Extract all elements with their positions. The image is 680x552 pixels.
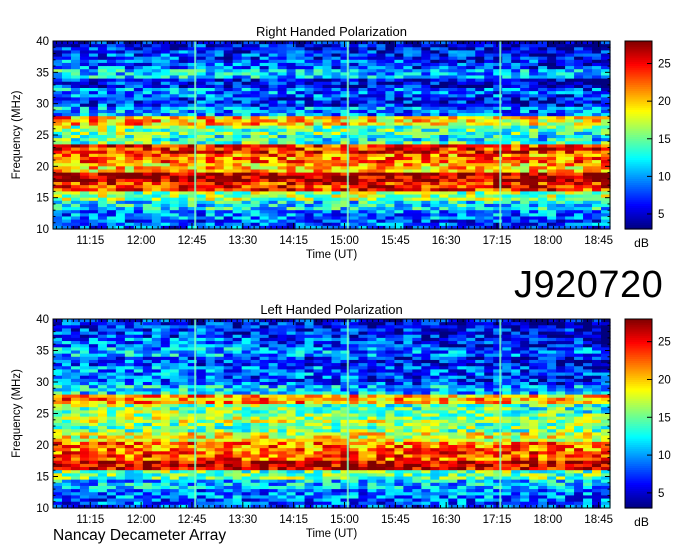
colorbar-tick-label: 25: [658, 59, 671, 71]
y-tick-label: 40: [36, 36, 49, 48]
y-tick-label: 25: [36, 130, 49, 142]
heatmap: [53, 319, 611, 509]
x-axis-label: Time (UT): [306, 249, 357, 261]
y-axis-label: Frequency (MHz): [11, 90, 23, 179]
x-tick-label: 11:15: [76, 235, 104, 247]
y-tick-label: 30: [36, 99, 49, 111]
colorbar-tick-label: 10: [658, 171, 671, 183]
left-polarization-panel: Left Handed Polarization1015202530354011…: [11, 302, 671, 540]
colorbar-tick-label: 15: [658, 134, 671, 146]
colorbar: 5 10 15 20 25 dB: [624, 40, 671, 250]
x-tick-label: 15:45: [381, 235, 410, 247]
calibration-streak: [499, 41, 502, 229]
x-tick-label: 17:15: [483, 235, 512, 247]
y-tick-label: 10: [36, 224, 49, 236]
colorbar-tick-label: 20: [658, 96, 671, 108]
x-tick-label: 14:15: [279, 235, 308, 247]
calibration-streak: [346, 41, 349, 229]
x-tick-label: 13:30: [228, 235, 257, 247]
x-tick-label: 18:00: [533, 235, 562, 247]
x-tick-label: 18:45: [584, 235, 613, 247]
x-tick-label: 12:00: [127, 235, 156, 247]
heatmap: [53, 41, 611, 230]
y-tick-label: 15: [36, 193, 49, 205]
y-tick-label: 20: [36, 161, 49, 173]
y-tick-label: 35: [36, 67, 49, 79]
panel-title: Right Handed Polarization: [256, 24, 407, 39]
x-tick-label: 12:45: [178, 235, 207, 247]
colorbar-label: dB: [634, 236, 649, 250]
colorbar-tick-label: 5: [658, 209, 664, 221]
x-tick-label: 16:30: [432, 235, 461, 247]
x-tick-label: 15:00: [330, 235, 359, 247]
calibration-streak: [194, 41, 197, 229]
right-polarization-panel: Right Handed Polarization 10 15 20 25 30 35 40 1…: [11, 24, 671, 261]
